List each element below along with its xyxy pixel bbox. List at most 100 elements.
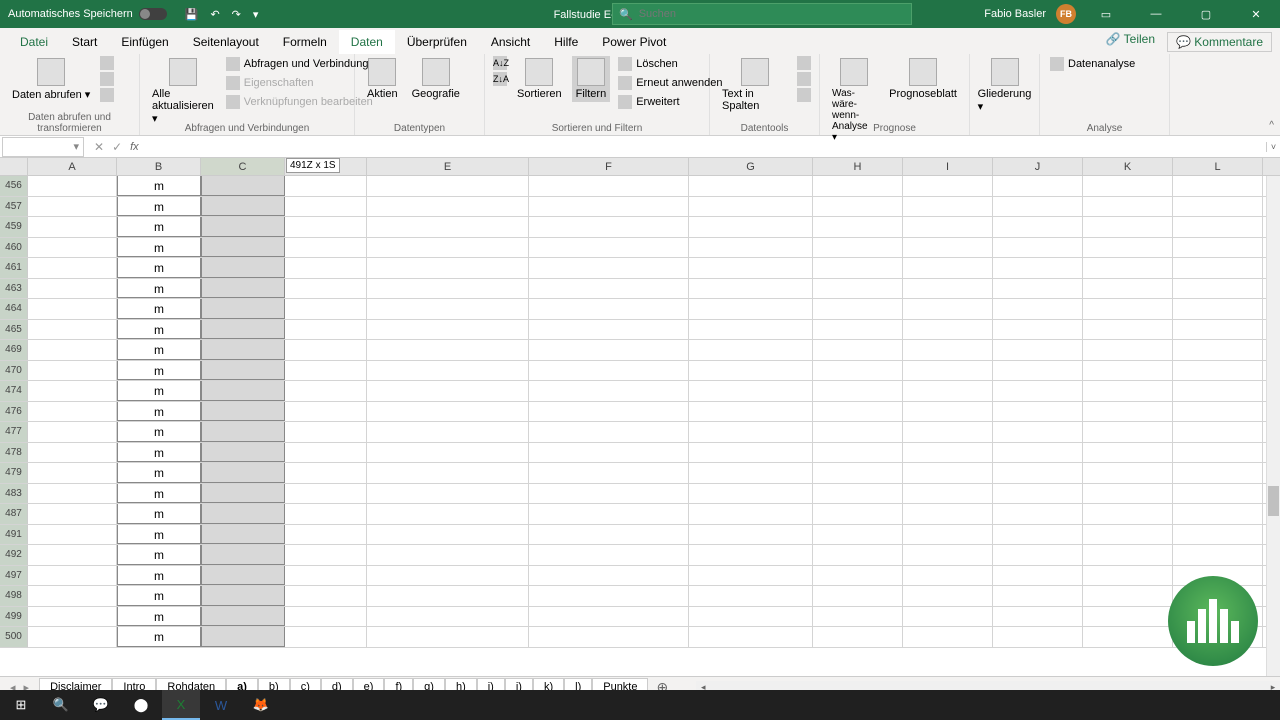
table-row[interactable]: 500m [0, 627, 1280, 648]
row-header[interactable]: 479 [0, 463, 28, 483]
cell[interactable] [529, 361, 689, 381]
cell[interactable] [903, 197, 993, 217]
row-header[interactable]: 499 [0, 607, 28, 627]
advanced-button[interactable]: Erweitert [616, 94, 724, 110]
cell[interactable] [993, 361, 1083, 381]
cell[interactable] [1083, 361, 1173, 381]
cell[interactable] [529, 197, 689, 217]
cell[interactable] [367, 463, 529, 483]
clear-filter-button[interactable]: Löschen [616, 56, 724, 72]
cell[interactable] [993, 525, 1083, 545]
cell[interactable] [1083, 238, 1173, 258]
tab-powerpivot[interactable]: Power Pivot [590, 30, 678, 54]
spreadsheet-grid[interactable]: A B C D E F G H I J K L 456m457m459m460m… [0, 158, 1280, 676]
cell[interactable] [367, 238, 529, 258]
filter-button[interactable]: Filtern [572, 56, 611, 102]
row-header[interactable]: 463 [0, 279, 28, 299]
table-row[interactable]: 470m [0, 361, 1280, 382]
cell[interactable] [903, 484, 993, 504]
cell[interactable] [201, 545, 285, 565]
tab-pagelayout[interactable]: Seitenlayout [181, 30, 271, 54]
save-icon[interactable]: 💾 [185, 8, 199, 21]
undo-icon[interactable]: ↶ [210, 8, 219, 21]
cell[interactable] [201, 566, 285, 586]
cell[interactable] [1173, 484, 1263, 504]
table-row[interactable]: 463 m [0, 279, 1280, 300]
cell[interactable] [813, 545, 903, 565]
cell[interactable] [28, 463, 117, 483]
cell[interactable] [285, 238, 367, 258]
cell[interactable] [903, 607, 993, 627]
cell[interactable] [201, 463, 285, 483]
cell[interactable] [529, 586, 689, 606]
cell[interactable]: m [117, 320, 201, 340]
qat-more-icon[interactable]: ▾ [253, 8, 259, 21]
row-header[interactable]: 500 [0, 627, 28, 647]
cell[interactable] [285, 607, 367, 627]
cell[interactable] [993, 258, 1083, 278]
cell[interactable] [367, 484, 529, 504]
cell[interactable] [1083, 340, 1173, 360]
cell[interactable] [689, 197, 813, 217]
toggle-switch[interactable] [139, 8, 167, 20]
cell[interactable] [201, 484, 285, 504]
name-box[interactable]: ▾ [2, 137, 84, 157]
cell[interactable] [993, 299, 1083, 319]
cell[interactable] [201, 443, 285, 463]
table-row[interactable]: 457m [0, 197, 1280, 218]
windows-taskbar[interactable]: ⊞ 🔍 💬 ⬤ X W 🦊 [0, 690, 1280, 720]
cell[interactable] [367, 504, 529, 524]
share-button[interactable]: 🔗 Teilen [1106, 32, 1155, 52]
col-header[interactable]: G [689, 158, 813, 175]
cell[interactable] [367, 607, 529, 627]
cell[interactable] [201, 320, 285, 340]
cell[interactable] [1173, 238, 1263, 258]
cell[interactable] [689, 443, 813, 463]
cell[interactable]: m [117, 279, 201, 299]
tab-formulas[interactable]: Formeln [271, 30, 339, 54]
cell[interactable] [903, 258, 993, 278]
search-box[interactable]: 🔍 [612, 3, 912, 25]
cell[interactable] [367, 320, 529, 340]
cell[interactable] [201, 422, 285, 442]
table-row[interactable]: 479m [0, 463, 1280, 484]
col-header[interactable]: H [813, 158, 903, 175]
cell[interactable] [689, 545, 813, 565]
cell[interactable] [903, 504, 993, 524]
column-headers[interactable]: A B C D E F G H I J K L [0, 158, 1280, 176]
cell[interactable] [993, 402, 1083, 422]
table-row[interactable]: 491m [0, 525, 1280, 546]
cell[interactable] [201, 176, 285, 196]
cell[interactable] [367, 217, 529, 237]
cell[interactable] [813, 525, 903, 545]
from-web-icon[interactable] [100, 72, 114, 86]
word-taskbar-icon[interactable]: W [202, 690, 240, 720]
cell[interactable] [1083, 320, 1173, 340]
search-taskbar-icon[interactable]: 🔍 [42, 690, 80, 720]
cell[interactable] [813, 463, 903, 483]
cell[interactable] [201, 197, 285, 217]
cell[interactable] [813, 258, 903, 278]
cell[interactable]: m [117, 504, 201, 524]
cell[interactable] [1083, 443, 1173, 463]
cell[interactable] [1083, 525, 1173, 545]
cell[interactable] [367, 299, 529, 319]
cell[interactable] [529, 463, 689, 483]
cell[interactable] [28, 504, 117, 524]
search-input[interactable] [639, 8, 905, 20]
cell[interactable] [1173, 504, 1263, 524]
cell[interactable] [28, 443, 117, 463]
cell[interactable] [1083, 279, 1173, 299]
cell[interactable] [813, 586, 903, 606]
cell[interactable] [285, 586, 367, 606]
cell[interactable] [285, 361, 367, 381]
cell[interactable] [367, 402, 529, 422]
cell[interactable] [689, 238, 813, 258]
cell[interactable] [1083, 402, 1173, 422]
start-button[interactable]: ⊞ [2, 690, 40, 720]
cell[interactable] [367, 340, 529, 360]
cell[interactable] [28, 279, 117, 299]
cell[interactable] [201, 525, 285, 545]
cell[interactable] [28, 176, 117, 196]
cell[interactable] [903, 176, 993, 196]
